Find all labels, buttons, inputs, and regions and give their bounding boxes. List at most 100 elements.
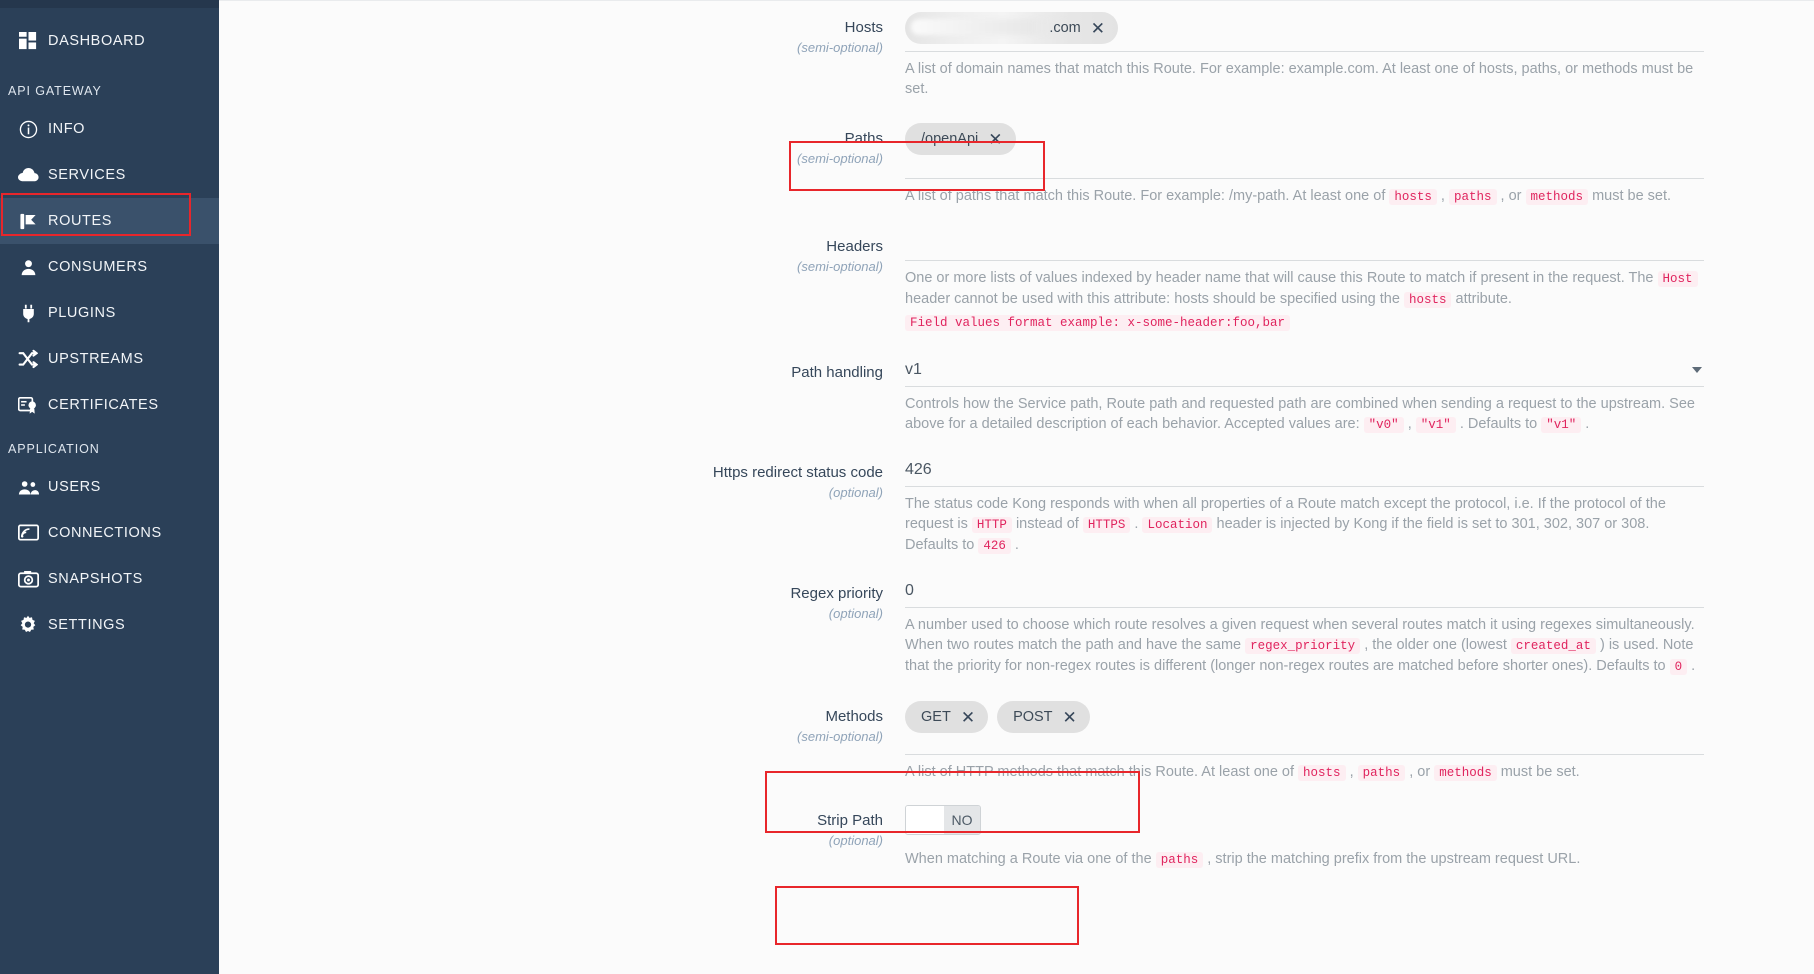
connection-screen-icon [8, 524, 48, 542]
close-x-icon[interactable]: ✕ [988, 131, 1002, 148]
hosts-chip-list: .com ✕ [905, 12, 1704, 44]
sidebar-item-services[interactable]: SERVICES [0, 152, 219, 198]
desc-tail: . [1687, 658, 1696, 674]
code-methods: methods [1525, 189, 1589, 205]
close-x-icon[interactable]: ✕ [1091, 20, 1105, 37]
field-https-redirect-status-code: Https redirect status code (optional) 42… [219, 435, 1814, 556]
sidebar-section-application: APPLICATION [8, 442, 100, 456]
label-text: Paths [844, 130, 883, 147]
code-methods: methods [1434, 765, 1497, 781]
desc-sep: , or [1496, 188, 1526, 204]
sidebar-item-routes[interactable]: ROUTES [0, 198, 219, 244]
code-created-at: created_at [1510, 638, 1596, 654]
sidebar-item-connections[interactable]: CONNECTIONS [0, 510, 219, 556]
sidebar: DASHBOARD API GATEWAY INFO SERVICES ROUT… [0, 0, 219, 974]
desc-mid: . [1130, 516, 1143, 532]
desc-tail: must be set. [1588, 188, 1672, 204]
desc-lead: A list of paths that match this Route. F… [905, 188, 1390, 204]
sidebar-item-dashboard[interactable]: DASHBOARD [0, 18, 219, 64]
field-description-regex-priority: A number used to choose which route reso… [905, 608, 1704, 677]
toggle-state-label: NO [944, 806, 980, 834]
code-zero: 0 [1669, 659, 1688, 675]
regex-priority-input[interactable]: 0 [905, 578, 1704, 604]
label-optionality: (semi-optional) [797, 729, 883, 744]
desc-text: A list of domain names that match this R… [905, 61, 1694, 97]
sidebar-item-upstreams[interactable]: UPSTREAMS [0, 336, 219, 382]
code-https: HTTPS [1082, 517, 1131, 533]
methods-chip-post[interactable]: POST ✕ [997, 701, 1090, 733]
desc-sep: , [1436, 188, 1449, 204]
code-regex-priority: regex_priority [1245, 638, 1361, 654]
code-426: 426 [978, 538, 1011, 554]
sidebar-item-label: PLUGINS [48, 305, 116, 321]
code-paths: paths [1449, 189, 1497, 205]
field-control-methods: GET ✕ POST ✕ A list of HTTP methods that… [905, 701, 1814, 783]
strip-path-toggle[interactable]: NO [905, 805, 981, 835]
code-host: Host [1657, 271, 1698, 287]
methods-chip-label: POST [1013, 709, 1053, 725]
code-paths: paths [1357, 765, 1406, 781]
sidebar-item-settings[interactable]: SETTINGS [0, 602, 219, 648]
close-x-icon[interactable]: ✕ [961, 709, 975, 726]
plug-icon [8, 304, 48, 323]
field-description-path-handling: Controls how the Service path, Route pat… [905, 387, 1704, 435]
paths-chip-list: /openApi ✕ [905, 123, 1704, 155]
desc-tail: , strip the matching prefix from the ups… [1203, 851, 1581, 867]
sidebar-item-consumers[interactable]: CONSUMERS [0, 244, 219, 290]
sidebar-item-users[interactable]: USERS [0, 464, 219, 510]
path-handling-value: v1 [905, 361, 922, 378]
label-optionality: (semi-optional) [797, 259, 883, 274]
sidebar-item-label: UPSTREAMS [48, 351, 144, 367]
sidebar-item-label: DASHBOARD [48, 33, 146, 49]
headers-chip-list[interactable] [905, 231, 1704, 253]
field-control-regex-priority: 0 A number used to choose which route re… [905, 578, 1814, 677]
label-optionality: (semi-optional) [797, 151, 883, 166]
sidebar-item-certificates[interactable]: CERTIFICATES [0, 382, 219, 428]
https-redirect-input[interactable]: 426 [905, 457, 1704, 483]
chevron-down-icon[interactable] [1692, 367, 1702, 373]
label-optionality: (semi-optional) [797, 40, 883, 55]
toggle-knob [906, 806, 944, 834]
methods-chip-get[interactable]: GET ✕ [905, 701, 989, 733]
paths-chip[interactable]: /openApi ✕ [905, 123, 1016, 155]
desc-tail: . [1581, 416, 1590, 432]
sidebar-item-label: ROUTES [48, 213, 113, 229]
field-label-https-redirect: Https redirect status code (optional) [255, 457, 905, 556]
sidebar-item-label: SETTINGS [48, 617, 126, 633]
sidebar-item-plugins[interactable]: PLUGINS [0, 290, 219, 336]
field-headers: Headers (semi-optional) One or more list… [219, 207, 1814, 333]
annotation-box-strip-path [775, 886, 1079, 945]
field-control-hosts: .com ✕ A list of domain names that match… [905, 12, 1814, 99]
label-optionality: (optional) [828, 485, 883, 500]
desc-mid: header cannot be used with this attribut… [905, 291, 1404, 307]
field-control-headers: One or more lists of values indexed by h… [905, 231, 1814, 333]
code-hosts: hosts [1389, 189, 1437, 205]
camera-icon [8, 570, 48, 588]
paths-chip-label: /openApi [921, 131, 979, 147]
sidebar-item-label: INFO [48, 121, 86, 137]
field-description-hosts: A list of domain names that match this R… [905, 52, 1704, 99]
sidebar-item-label: CONSUMERS [48, 259, 148, 275]
route-form: Hosts (semi-optional) .com ✕ A list of d… [219, 1, 1814, 870]
certificate-badge-icon [8, 396, 48, 415]
sidebar-item-snapshots[interactable]: SNAPSHOTS [0, 556, 219, 602]
field-label-regex-priority: Regex priority (optional) [255, 578, 905, 677]
sidebar-item-label: SNAPSHOTS [48, 571, 143, 587]
main-content: Hosts (semi-optional) .com ✕ A list of d… [219, 0, 1814, 974]
field-description-headers: One or more lists of values indexed by h… [905, 261, 1704, 333]
sidebar-top-strip [0, 0, 219, 8]
desc-sep: , or [1405, 764, 1435, 780]
close-x-icon[interactable]: ✕ [1063, 709, 1077, 726]
desc-mid: , the older one (lowest [1360, 637, 1511, 653]
hosts-chip[interactable]: .com ✕ [905, 12, 1118, 44]
field-control-https-redirect: 426 The status code Kong responds with w… [905, 457, 1814, 556]
path-handling-select[interactable]: v1 [905, 357, 1704, 383]
shuffle-arrows-icon [8, 349, 48, 369]
desc-lead: One or more lists of values indexed by h… [905, 270, 1658, 286]
sidebar-item-label: CERTIFICATES [48, 397, 159, 413]
methods-chip-list: GET ✕ POST ✕ [905, 701, 1704, 733]
label-text: Regex priority [790, 585, 883, 602]
field-control-path-handling: v1 Controls how the Service path, Route … [905, 357, 1814, 435]
sidebar-item-info[interactable]: INFO [0, 106, 219, 152]
label-text: Hosts [844, 19, 883, 36]
